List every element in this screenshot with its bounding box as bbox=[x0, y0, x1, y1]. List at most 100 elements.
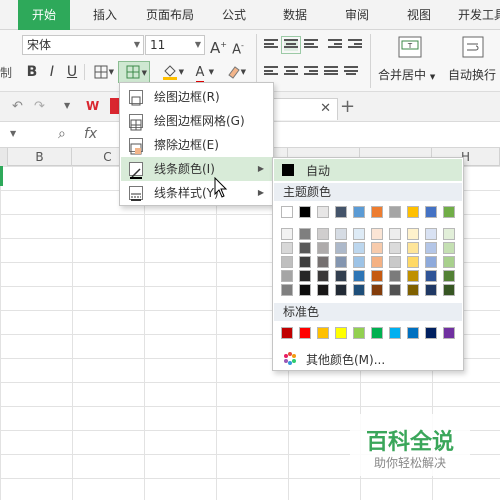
standard-color-swatch[interactable] bbox=[281, 327, 293, 339]
theme-color-swatch[interactable] bbox=[281, 270, 293, 282]
theme-color-swatch[interactable] bbox=[299, 206, 311, 218]
italic-button[interactable]: I bbox=[44, 61, 60, 83]
align-bottom-icon[interactable] bbox=[304, 39, 318, 51]
menu-item-erase-border[interactable]: 擦除边框(E) bbox=[121, 133, 272, 157]
standard-color-swatch[interactable] bbox=[335, 327, 347, 339]
fill-color-button[interactable]: ▼ bbox=[156, 61, 184, 83]
theme-color-swatch[interactable] bbox=[389, 284, 401, 296]
theme-color-swatch[interactable] bbox=[407, 206, 419, 218]
theme-color-swatch[interactable] bbox=[389, 256, 401, 268]
theme-color-swatch[interactable] bbox=[317, 206, 329, 218]
theme-color-swatch[interactable] bbox=[389, 242, 401, 254]
theme-color-swatch[interactable] bbox=[443, 284, 455, 296]
theme-color-swatch[interactable] bbox=[299, 284, 311, 296]
theme-color-swatch[interactable] bbox=[425, 256, 437, 268]
more-colors-option[interactable]: 其他颜色(M)... bbox=[274, 346, 462, 370]
theme-color-swatch[interactable] bbox=[389, 228, 401, 240]
theme-color-swatch[interactable] bbox=[407, 242, 419, 254]
theme-color-swatch[interactable] bbox=[281, 206, 293, 218]
theme-color-swatch[interactable] bbox=[353, 270, 365, 282]
theme-color-swatch[interactable] bbox=[443, 206, 455, 218]
align-middle-icon[interactable] bbox=[281, 36, 301, 54]
tab-data[interactable]: 数据 bbox=[272, 0, 318, 30]
merge-center-button[interactable]: T 合并居中 ▼ bbox=[378, 32, 442, 90]
standard-color-swatch[interactable] bbox=[443, 327, 455, 339]
theme-color-swatch[interactable] bbox=[281, 256, 293, 268]
align-center-icon[interactable] bbox=[284, 66, 298, 78]
standard-color-swatch[interactable] bbox=[353, 327, 365, 339]
align-left-icon[interactable] bbox=[264, 66, 278, 78]
increase-indent-icon[interactable] bbox=[348, 39, 362, 51]
font-color-button[interactable]: A ▼ bbox=[186, 61, 214, 84]
underline-button[interactable]: U bbox=[64, 61, 80, 83]
font-name-select[interactable]: 宋体 ▼ bbox=[22, 35, 144, 55]
new-tab-icon[interactable]: + bbox=[340, 96, 355, 117]
draw-borders-button[interactable]: ▼ bbox=[118, 61, 150, 83]
shrink-font-button[interactable]: A- bbox=[230, 35, 246, 57]
theme-color-swatch[interactable] bbox=[371, 206, 383, 218]
theme-color-swatch[interactable] bbox=[299, 228, 311, 240]
borders-button[interactable]: ▼ bbox=[88, 61, 114, 83]
theme-color-swatch[interactable] bbox=[299, 270, 311, 282]
standard-color-swatch[interactable] bbox=[317, 327, 329, 339]
decrease-indent-icon[interactable] bbox=[328, 39, 342, 51]
automatic-color-option[interactable]: 自动 bbox=[274, 159, 462, 181]
theme-color-swatch[interactable] bbox=[299, 256, 311, 268]
theme-color-swatch[interactable] bbox=[335, 206, 347, 218]
menu-item-line-style[interactable]: 线条样式(Y) ▶ bbox=[121, 181, 272, 205]
wrap-text-button[interactable]: 自动换行 bbox=[448, 32, 500, 90]
theme-color-swatch[interactable] bbox=[407, 228, 419, 240]
theme-color-swatch[interactable] bbox=[371, 256, 383, 268]
standard-color-swatch[interactable] bbox=[299, 327, 311, 339]
theme-color-swatch[interactable] bbox=[317, 270, 329, 282]
theme-color-swatch[interactable] bbox=[281, 228, 293, 240]
tab-view[interactable]: 视图 bbox=[396, 0, 442, 30]
bold-button[interactable]: B bbox=[24, 61, 40, 83]
theme-color-swatch[interactable] bbox=[371, 284, 383, 296]
tab-home[interactable]: 开始 bbox=[18, 0, 70, 30]
justify-icon[interactable] bbox=[324, 66, 338, 78]
theme-color-swatch[interactable] bbox=[335, 228, 347, 240]
theme-color-swatch[interactable] bbox=[443, 256, 455, 268]
fx-button[interactable]: fx bbox=[84, 126, 97, 142]
tab-developer[interactable]: 开发工具 bbox=[452, 0, 500, 30]
theme-color-swatch[interactable] bbox=[353, 284, 365, 296]
theme-color-swatch[interactable] bbox=[317, 256, 329, 268]
theme-color-swatch[interactable] bbox=[335, 284, 347, 296]
theme-color-swatch[interactable] bbox=[317, 228, 329, 240]
theme-color-swatch[interactable] bbox=[353, 256, 365, 268]
theme-color-swatch[interactable] bbox=[281, 284, 293, 296]
theme-color-swatch[interactable] bbox=[353, 242, 365, 254]
tab-review[interactable]: 审阅 bbox=[334, 0, 380, 30]
theme-color-swatch[interactable] bbox=[389, 270, 401, 282]
theme-color-swatch[interactable] bbox=[443, 242, 455, 254]
name-box-dropdown-icon[interactable]: ▼ bbox=[10, 129, 16, 138]
theme-color-swatch[interactable] bbox=[389, 206, 401, 218]
theme-color-swatch[interactable] bbox=[281, 242, 293, 254]
menu-item-draw-border-grid[interactable]: 绘图边框网格(G) bbox=[121, 109, 272, 133]
theme-color-swatch[interactable] bbox=[407, 256, 419, 268]
theme-color-swatch[interactable] bbox=[317, 284, 329, 296]
theme-color-swatch[interactable] bbox=[335, 256, 347, 268]
theme-color-swatch[interactable] bbox=[335, 270, 347, 282]
standard-color-swatch[interactable] bbox=[425, 327, 437, 339]
distributed-align-icon[interactable] bbox=[344, 66, 358, 78]
theme-color-swatch[interactable] bbox=[299, 242, 311, 254]
theme-color-swatch[interactable] bbox=[371, 242, 383, 254]
theme-color-swatch[interactable] bbox=[425, 284, 437, 296]
align-top-icon[interactable] bbox=[264, 39, 278, 51]
column-header-b[interactable]: B bbox=[8, 148, 72, 166]
customize-toolbar-icon[interactable]: ▼ bbox=[64, 101, 70, 110]
theme-color-swatch[interactable] bbox=[425, 228, 437, 240]
undo-icon[interactable]: ↶ bbox=[12, 99, 23, 114]
theme-color-swatch[interactable] bbox=[335, 242, 347, 254]
theme-color-swatch[interactable] bbox=[425, 242, 437, 254]
theme-color-swatch[interactable] bbox=[425, 270, 437, 282]
align-right-icon[interactable] bbox=[304, 66, 318, 78]
font-size-select[interactable]: 11 ▼ bbox=[145, 35, 205, 55]
zoom-icon[interactable]: ⌕ bbox=[58, 126, 66, 142]
clear-format-button[interactable]: ▼ bbox=[220, 61, 246, 83]
standard-color-swatch[interactable] bbox=[407, 327, 419, 339]
menu-item-draw-border[interactable]: 绘图边框(R) bbox=[121, 85, 272, 109]
theme-color-swatch[interactable] bbox=[353, 228, 365, 240]
